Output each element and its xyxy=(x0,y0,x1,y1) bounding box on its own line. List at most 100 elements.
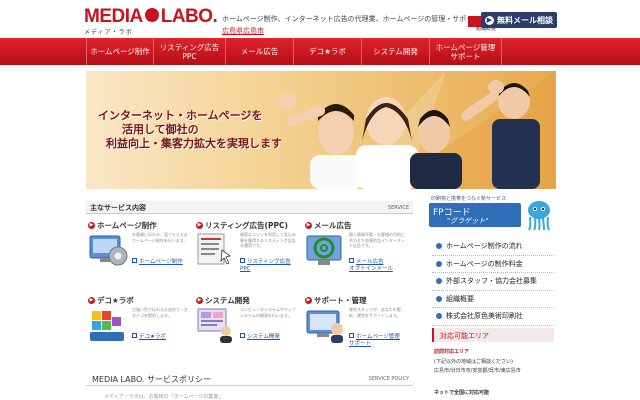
logo-word-1: MEDIA xyxy=(84,6,143,27)
service-title[interactable]: ▶ デコ★ラボ xyxy=(88,295,134,305)
services-header: 主なサービス内容 SERVICE xyxy=(86,201,413,214)
site-logo[interactable]: MEDIA LABO. メディア・ラボ xyxy=(84,6,224,36)
service-description: 個人情報不要・お客様の目的に合わせた効果的なインターネット広告です。 xyxy=(349,232,405,248)
link-square-icon xyxy=(349,258,354,263)
area-note: (下記以外の地域はご相談ください) xyxy=(434,359,513,365)
nav-item-support[interactable]: ホームページ管理 サポート xyxy=(430,38,502,65)
service-link[interactable]: ホームページ制作 xyxy=(132,258,192,266)
hero-line-1: インターネット・ホームページを xyxy=(98,109,263,122)
area-title: 対応可能エリア xyxy=(440,332,489,340)
sidebar-item-label: ホームページ制作の流れ xyxy=(446,242,523,251)
ppc-screen-icon xyxy=(197,233,231,265)
nav-item-homepage[interactable]: ホームページ制作 xyxy=(86,38,154,65)
sidebar-item-label: 株式会社原色美術印刷社 xyxy=(446,312,523,321)
arrow-circle-icon: ▶ xyxy=(485,15,494,25)
policy-text: メディア・ラボは、お客様の「ホームページの集客」 xyxy=(104,394,224,400)
site-header: MEDIA LABO. メディア・ラボ ホームページ制作、インターネット広告の代理… xyxy=(0,0,640,38)
sidebar-item-pricing[interactable]: ホームページの制作料金 xyxy=(432,256,554,273)
arrow-circle-icon: ▶ xyxy=(88,296,95,304)
service-link[interactable]: システム開発 xyxy=(240,333,300,341)
link-square-icon xyxy=(240,333,245,338)
service-description: お客様に伝わる、見てもらえるホームページ制作を行います。 xyxy=(132,232,188,243)
service-card-support: ▶ サポート・管理 専任スタッフが、あなたの更新・運営をサポートします。 ホームペ… xyxy=(305,295,410,355)
service-link-text: ホームページ制作 xyxy=(139,259,183,265)
service-title[interactable]: ▶ システム開発 xyxy=(196,295,250,305)
service-card-mail-ad: ▶ メール広告 個人情報不要・お客様の目的に合わせた効果的なインターネット広告です… xyxy=(305,220,410,280)
service-link-text: ホームページ管理 サポート xyxy=(349,334,400,347)
sidebar-item-partner[interactable]: 株式会社原色美術印刷社 xyxy=(432,308,554,326)
service-link-text: システム開発 xyxy=(247,334,280,340)
cta-label: 無料メール相談 xyxy=(497,15,553,25)
arrow-circle-icon: ▶ xyxy=(305,296,312,304)
service-card-system: ▶ システム開発 コンピュータシステムやウェブシステムの開発を行います。 システム… xyxy=(196,295,301,355)
free-mail-consult-button[interactable]: ▶ 無料メール相談 xyxy=(481,12,557,28)
sidebar-item-flow[interactable]: ホームページ制作の流れ xyxy=(432,238,554,256)
nav-item-system[interactable]: システム開発 xyxy=(362,38,430,65)
arrow-circle-icon: ▶ xyxy=(88,221,95,229)
nav-item-listing[interactable]: リスティング広告 PPC xyxy=(154,38,226,65)
service-link-text: メール広告 オプトインメール xyxy=(349,259,393,272)
bullet-icon xyxy=(436,243,442,250)
link-square-icon xyxy=(349,333,354,338)
service-link[interactable]: ホームページ管理 サポート xyxy=(349,333,409,348)
logo-wordmark: MEDIA LABO. xyxy=(84,6,218,28)
deco-cubes-icon xyxy=(90,311,124,341)
fp-code-banner[interactable]: 印刷物と携帯をつなぐ新サービス FPコード "グラゲット" xyxy=(429,195,555,235)
link-square-icon xyxy=(132,333,137,338)
link-square-icon xyxy=(240,258,245,263)
nav-item-decolabo[interactable]: デコ★ラボ xyxy=(294,38,362,65)
system-dev-icon xyxy=(197,308,232,343)
area-cities: 広島市/廿日市市/安芸郡/呉市/東広島市 xyxy=(434,368,521,374)
service-title-text: サポート・管理 xyxy=(314,295,367,305)
sidebar-item-label: 外部スタッフ・協力会社募集 xyxy=(446,277,537,286)
global-nav: ホームページ制作 リスティング広告 PPC メール広告 デコ★ラボ システム開発 … xyxy=(0,38,640,65)
service-title[interactable]: ▶ ホームページ制作 xyxy=(88,220,157,230)
arrow-circle-icon: ▶ xyxy=(196,221,203,229)
service-card-homepage: ▶ ホームページ制作 お客様に伝わる、見てもらえるホームページ制作を行います。 ホ… xyxy=(88,220,193,280)
bullet-icon xyxy=(436,313,442,320)
link-square-icon xyxy=(132,258,137,263)
service-description: 専任スタッフが、あなたの更新・運営をサポートします。 xyxy=(349,307,401,318)
service-link-text: リスティング広告 PPC xyxy=(240,259,291,272)
service-title[interactable]: ▶ メール広告 xyxy=(305,220,352,230)
service-description: 力強い色で伝わるお店作り・文字デコを提供します。 xyxy=(132,307,188,318)
bullet-icon xyxy=(436,278,442,285)
sidebar-menu: ホームページ制作の流れ ホームページの制作料金 外部スタッフ・協力会社募集 組織… xyxy=(432,238,554,326)
fp-box: FPコード "グラゲット" xyxy=(429,203,521,227)
logo-word-2: LABO. xyxy=(160,6,218,27)
area-visit-heading: 訪問対応エリア xyxy=(434,349,470,355)
service-title-text: リスティング広告(PPC) xyxy=(205,220,288,230)
gear-monitor-icon xyxy=(89,235,128,266)
sidebar-item-label: 組織概要 xyxy=(446,294,474,303)
bullet-icon xyxy=(436,295,442,302)
hero-headline: インターネット・ホームページを 活用して御社の 利益向上・集客力拡大を実現します xyxy=(98,109,282,151)
service-description: 検索エンジンを利用して見込み客を獲得するリスティング広告の運用です。 xyxy=(240,232,296,248)
services-title-en: SERVICE xyxy=(387,205,409,211)
sidebar-item-company[interactable]: 組織概要 xyxy=(432,291,554,308)
services-title: 主なサービス内容 xyxy=(90,204,146,212)
area-nationwide: ネットで全国に対応可能 xyxy=(434,390,490,396)
logo-dot-icon xyxy=(144,7,159,22)
service-title-text: システム開発 xyxy=(205,295,250,305)
service-title-text: デコ★ラボ xyxy=(97,295,134,305)
sidebar-item-label: ホームページの制作料金 xyxy=(446,259,523,268)
nav-item-mail-ad[interactable]: メール広告 xyxy=(226,38,294,65)
area-link[interactable]: 広島県広島市 xyxy=(222,26,264,36)
service-title[interactable]: ▶ サポート・管理 xyxy=(305,295,367,305)
header-tagline: ホームページ制作、インターネット広告の代理業、ホームページの管理・サポートはメデ… xyxy=(222,15,480,23)
bullet-icon xyxy=(436,260,442,267)
service-link[interactable]: メール広告 オプトインメール xyxy=(349,258,409,273)
service-title[interactable]: ▶ リスティング広告(PPC) xyxy=(196,220,288,230)
logo-subtitle: メディア・ラボ xyxy=(84,29,133,36)
service-title-text: ホームページ制作 xyxy=(97,220,157,230)
service-link[interactable]: リスティング広告 PPC xyxy=(240,258,300,273)
service-link-text: デコ★ラボ xyxy=(139,334,166,340)
policy-title: MEDIA LABO. サービスポリシー xyxy=(92,375,212,384)
sidebar-item-recruit[interactable]: 外部スタッフ・協力会社募集 xyxy=(432,273,554,291)
jellyfish-mascot-icon xyxy=(528,201,550,231)
page: MEDIA LABO. メディア・ラボ ホームページ制作、インターネット広告の代理… xyxy=(0,0,640,400)
policy-title-en: SERVICE POLICY xyxy=(368,376,409,382)
area-header: 対応可能エリア xyxy=(432,328,554,342)
service-link[interactable]: デコ★ラボ xyxy=(132,333,192,341)
service-card-listing: ▶ リスティング広告(PPC) 検索エンジンを利用して見込み客を獲得するリスティン… xyxy=(196,220,301,280)
